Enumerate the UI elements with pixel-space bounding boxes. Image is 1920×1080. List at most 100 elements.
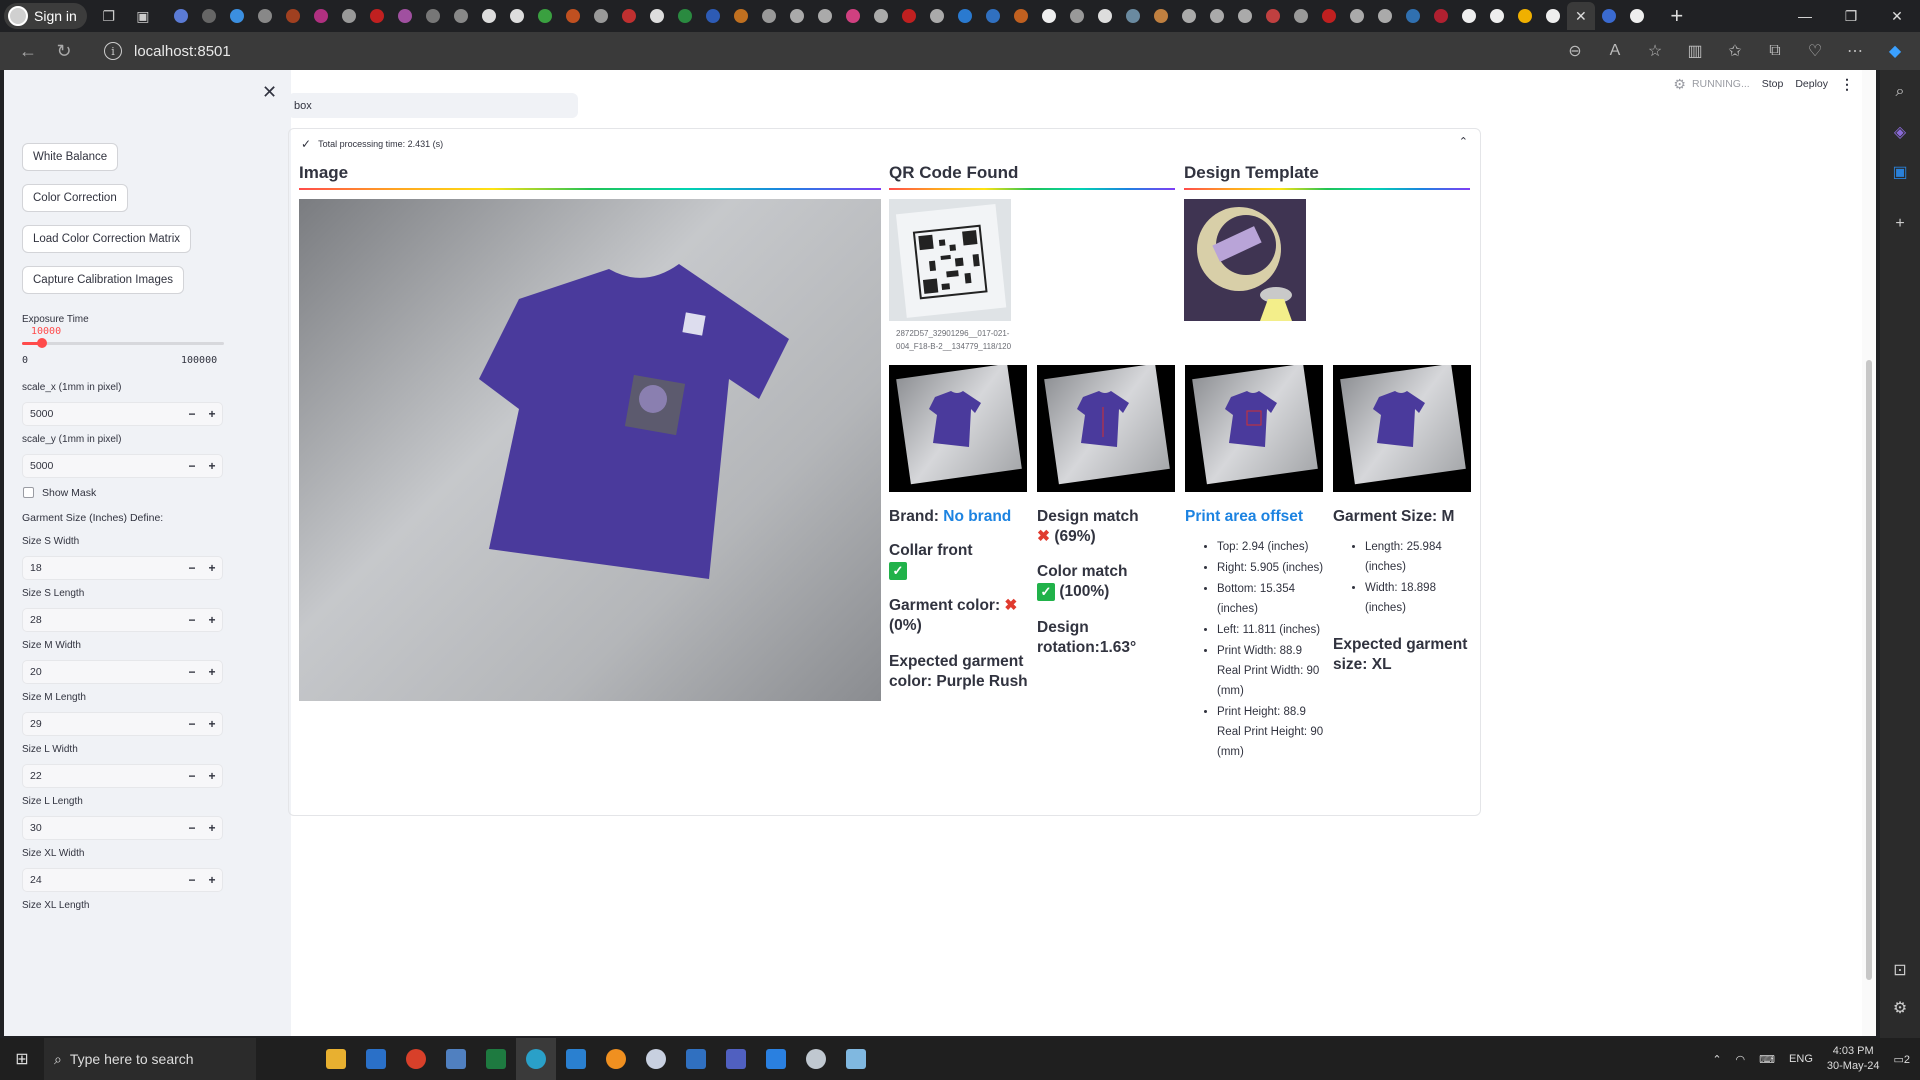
scale-x-value[interactable]: 5000 — [23, 408, 182, 420]
slider-thumb[interactable] — [37, 338, 48, 348]
tab[interactable] — [559, 2, 587, 30]
new-tab-icon[interactable]: + — [1663, 3, 1691, 29]
decrement-button[interactable]: − — [182, 873, 202, 887]
zoom-icon[interactable]: ⊖ — [1558, 36, 1592, 66]
scrollbar-thumb[interactable] — [1866, 360, 1872, 980]
split-screen-icon[interactable]: ▥ — [1678, 36, 1712, 66]
tab[interactable] — [895, 2, 923, 30]
increment-button[interactable]: + — [202, 873, 222, 887]
load-matrix-button[interactable]: Load Color Correction Matrix — [22, 225, 192, 253]
increment-button[interactable]: + — [202, 459, 222, 473]
size-m-length-value[interactable]: 29 — [23, 718, 182, 730]
copilot-icon[interactable]: ◆ — [1878, 36, 1912, 66]
tab[interactable] — [251, 2, 279, 30]
decrement-button[interactable]: − — [182, 613, 202, 627]
deploy-button[interactable]: Deploy — [1795, 78, 1828, 90]
read-aloud-icon[interactable]: A — [1598, 36, 1632, 66]
home-assistant-icon[interactable] — [596, 1038, 636, 1080]
chevron-up-icon[interactable]: ⌃ — [1712, 1053, 1721, 1066]
tab[interactable] — [1371, 2, 1399, 30]
tab[interactable] — [923, 2, 951, 30]
tab[interactable] — [195, 2, 223, 30]
tab[interactable] — [1203, 2, 1231, 30]
tab[interactable] — [1007, 2, 1035, 30]
increment-button[interactable]: + — [202, 613, 222, 627]
outlook-icon[interactable]: ▣ — [1888, 160, 1912, 184]
decrement-button[interactable]: − — [182, 459, 202, 473]
app-icon[interactable] — [796, 1038, 836, 1080]
tab[interactable] — [475, 2, 503, 30]
size-xl-width-input[interactable]: 24 − + — [22, 868, 223, 892]
tab[interactable] — [1119, 2, 1147, 30]
tab-actions-icon[interactable]: ▣ — [131, 4, 155, 28]
tab[interactable] — [587, 2, 615, 30]
tab[interactable] — [811, 2, 839, 30]
tab[interactable] — [363, 2, 391, 30]
exposure-slider[interactable] — [22, 338, 224, 348]
size-m-width-value[interactable]: 20 — [23, 666, 182, 678]
site-info-icon[interactable]: i — [104, 42, 122, 60]
increment-button[interactable]: + — [202, 665, 222, 679]
tab[interactable] — [1063, 2, 1091, 30]
taskbar-search[interactable]: ⌕ Type here to search — [44, 1038, 256, 1080]
refresh-icon[interactable]: ↻ — [46, 36, 82, 66]
scale-y-value[interactable]: 5000 — [23, 460, 182, 472]
file-explorer-icon[interactable] — [316, 1038, 356, 1080]
back-icon[interactable]: ← — [10, 36, 46, 66]
clock[interactable]: 4:03 PM 30-May-24 — [1827, 1044, 1880, 1074]
copilot-sidebar-icon[interactable]: ◈ — [1888, 120, 1912, 144]
tab[interactable] — [1455, 2, 1483, 30]
notification-icon[interactable]: ▭2 — [1893, 1053, 1910, 1066]
workspaces-icon[interactable]: ❐ — [97, 4, 121, 28]
expander-header[interactable]: ✓ Total processing time: 2.431 (s) — [301, 137, 443, 151]
chrome-icon[interactable] — [396, 1038, 436, 1080]
tab[interactable] — [503, 2, 531, 30]
tab[interactable] — [671, 2, 699, 30]
tab[interactable] — [951, 2, 979, 30]
tab[interactable] — [307, 2, 335, 30]
minimize-icon[interactable]: — — [1782, 0, 1828, 32]
color-correction-button[interactable]: Color Correction — [22, 184, 128, 212]
tab[interactable] — [391, 2, 419, 30]
increment-button[interactable]: + — [202, 769, 222, 783]
tab[interactable] — [1287, 2, 1315, 30]
store-icon[interactable] — [356, 1038, 396, 1080]
size-m-width-input[interactable]: 20 − + — [22, 660, 223, 684]
app-icon[interactable] — [636, 1038, 676, 1080]
favorites-icon[interactable]: ✩ — [1718, 36, 1752, 66]
tab[interactable] — [531, 2, 559, 30]
show-mask-checkbox[interactable] — [23, 487, 34, 498]
decrement-button[interactable]: − — [182, 407, 202, 421]
tab[interactable] — [1231, 2, 1259, 30]
text-input[interactable]: box — [288, 93, 578, 118]
size-s-length-value[interactable]: 28 — [23, 614, 182, 626]
screenshot-icon[interactable]: ⊡ — [1888, 958, 1912, 982]
tab[interactable] — [783, 2, 811, 30]
tab[interactable] — [615, 2, 643, 30]
tab[interactable] — [223, 2, 251, 30]
stop-button[interactable]: Stop — [1762, 78, 1784, 90]
tab[interactable] — [279, 2, 307, 30]
main-menu-icon[interactable]: ⋮ — [1840, 76, 1854, 93]
scale-x-input[interactable]: 5000 − + — [22, 402, 223, 426]
tab[interactable] — [1483, 2, 1511, 30]
tab[interactable] — [1035, 2, 1063, 30]
tab[interactable] — [699, 2, 727, 30]
tab[interactable] — [1595, 2, 1623, 30]
restore-icon[interactable]: ❐ — [1828, 0, 1874, 32]
excel-icon[interactable] — [476, 1038, 516, 1080]
increment-button[interactable]: + — [202, 407, 222, 421]
tab[interactable] — [419, 2, 447, 30]
tab[interactable] — [979, 2, 1007, 30]
keyboard-icon[interactable]: ⌨ — [1759, 1053, 1775, 1066]
search-icon[interactable]: ⌕ — [1888, 80, 1912, 104]
windows-start-icon[interactable]: ⊞ — [0, 1038, 44, 1080]
tab[interactable] — [1259, 2, 1287, 30]
decrement-button[interactable]: − — [182, 561, 202, 575]
tab[interactable] — [1175, 2, 1203, 30]
decrement-button[interactable]: − — [182, 665, 202, 679]
app-icon[interactable] — [756, 1038, 796, 1080]
tab[interactable] — [1511, 2, 1539, 30]
tab[interactable] — [727, 2, 755, 30]
size-s-width-value[interactable]: 18 — [23, 562, 182, 574]
